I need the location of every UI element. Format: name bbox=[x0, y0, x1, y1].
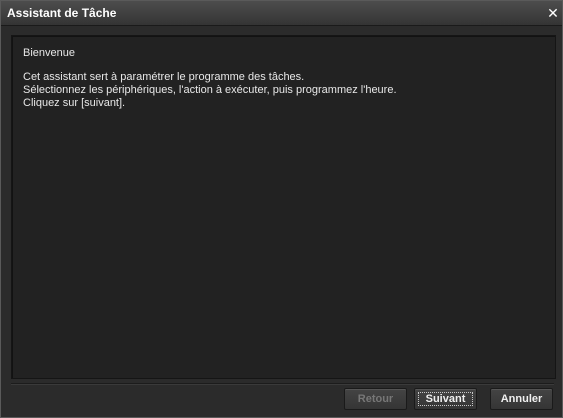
description-line: Cliquez sur [suivant]. bbox=[23, 97, 126, 109]
focus-ring bbox=[418, 392, 473, 406]
content-panel: Bienvenue Cet assistant sert à paramétre… bbox=[11, 35, 556, 379]
page-heading: Bienvenue bbox=[23, 47, 75, 59]
footer-divider bbox=[11, 383, 554, 385]
cancel-button-label: Annuler bbox=[500, 393, 543, 405]
window-title: Assistant de Tâche bbox=[7, 6, 117, 20]
title-bar: Assistant de Tâche ✕ bbox=[1, 1, 562, 26]
description-text: Cet assistant sert à paramétrer le progr… bbox=[23, 71, 397, 110]
description-line: Sélectionnez les périphériques, l'action… bbox=[23, 84, 397, 96]
close-icon[interactable]: ✕ bbox=[544, 1, 562, 25]
next-button[interactable]: Suivant bbox=[414, 388, 477, 410]
task-assistant-window: Assistant de Tâche ✕ Bienvenue Cet assis… bbox=[0, 0, 563, 418]
cancel-button[interactable]: Annuler bbox=[490, 388, 553, 410]
description-line: Cet assistant sert à paramétrer le progr… bbox=[23, 71, 305, 83]
back-button-label: Retour bbox=[357, 393, 394, 405]
back-button[interactable]: Retour bbox=[344, 388, 407, 410]
